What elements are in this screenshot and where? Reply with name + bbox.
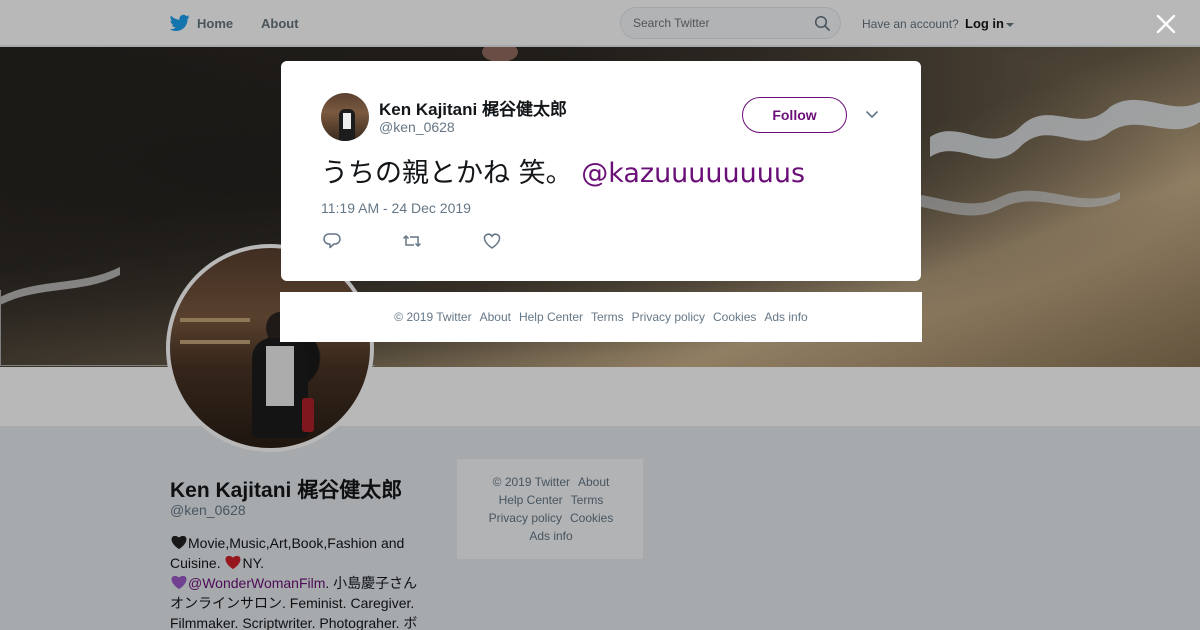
heart-icon[interactable] [482,231,502,251]
tweet-author-name[interactable]: Ken Kajitani 梶谷健太郎 [379,95,567,120]
footer-link-cookies[interactable]: Cookies [713,310,756,324]
follow-button[interactable]: Follow [742,97,847,133]
footer-link-help-center[interactable]: Help Center [519,310,583,324]
close-icon[interactable] [1155,13,1177,35]
modal-footer: © 2019 Twitter About Help Center Terms Priva… [280,292,922,342]
tweet-text: うちの親とかね 笑。 @kazuuuuuuuus [321,151,805,190]
footer-link-about[interactable]: About [480,310,511,324]
tweet-author-handle[interactable]: @ken_0628 [379,119,455,135]
chevron-down-icon[interactable] [865,110,879,120]
tweet-body: うちの親とかね 笑。 [321,158,573,189]
modal-footer-links: © 2019 Twitter About Help Center Terms Priva… [280,310,922,324]
reply-icon[interactable] [322,231,342,251]
tweet-author-avatar[interactable] [321,93,369,141]
tweet-permalink-card: Ken Kajitani 梶谷健太郎 @ken_0628 Follow うちの親… [281,61,921,281]
tweet-timestamp[interactable]: 11:19 AM - 24 Dec 2019 [321,200,471,216]
retweet-icon[interactable] [402,231,422,251]
footer-link-privacy[interactable]: Privacy policy [632,310,705,324]
photo-person-shirt [343,113,351,129]
footer-copyright: © 2019 Twitter [394,310,472,324]
tweet-mention-link[interactable]: @kazuuuuuuuus [581,158,805,189]
footer-link-terms[interactable]: Terms [591,310,624,324]
footer-link-ads-info[interactable]: Ads info [764,310,807,324]
